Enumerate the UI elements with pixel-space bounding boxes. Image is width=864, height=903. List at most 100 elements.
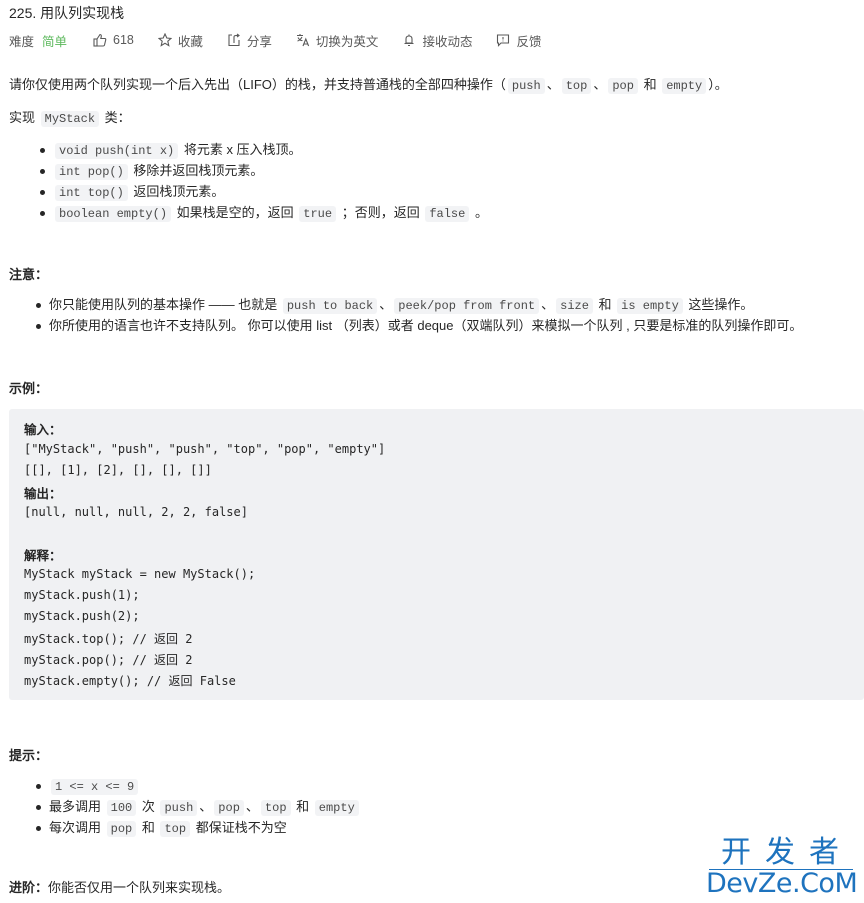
hint-text: 、 xyxy=(245,799,259,814)
thumbs-up-icon xyxy=(93,33,107,47)
note-text: 这些操作。 xyxy=(684,297,754,312)
inline-code: top xyxy=(160,821,191,837)
note-text: 你所使用的语言也许不支持队列。 你可以使用 list （列表）或者 deque（… xyxy=(49,318,803,333)
list-item: 最多调用 100 次 push、 pop、 top 和 empty xyxy=(36,797,361,818)
method-desc: ；否则，返回 xyxy=(338,205,424,220)
hint-text: 和 xyxy=(292,799,313,814)
feedback-button[interactable]: 反馈 xyxy=(496,31,541,50)
inline-code: int top() xyxy=(55,185,128,201)
list-item: 每次调用 pop 和 top 都保证栈不为空 xyxy=(36,818,361,839)
input-line: [[], [1], [2], [], [], []] xyxy=(24,463,212,477)
list-item: boolean empty() 如果栈是空的，返回 true ；否则，返回 fa… xyxy=(40,203,488,224)
impl-text: 实现 xyxy=(9,110,39,125)
method-desc: 将元素 x 压入栈顶。 xyxy=(180,142,302,157)
hint-text: 最多调用 xyxy=(49,799,105,814)
hint-text: 和 xyxy=(138,820,159,835)
intro-text: 、 xyxy=(546,77,560,92)
feedback-icon xyxy=(496,33,510,47)
list-item: int top() 返回栈顶元素。 xyxy=(40,182,488,203)
list-item: 你只能使用队列的基本操作 —— 也就是 push to back、 peek/po… xyxy=(35,295,802,316)
switch-language-label: 切换为英文 xyxy=(315,34,379,49)
inline-code: is empty xyxy=(617,298,683,314)
note-text: 、 xyxy=(541,297,555,312)
inline-code: push to back xyxy=(282,298,378,314)
notes-heading: 注意： xyxy=(9,267,49,282)
note-text: 、 xyxy=(379,297,393,312)
hint-text: 次 xyxy=(138,799,159,814)
note-text: 你只能使用队列的基本操作 —— 也就是 xyxy=(49,297,281,312)
watermark-en-text: DevZe.CoM xyxy=(706,868,858,899)
inline-code: size xyxy=(556,298,593,314)
explain-line: MyStack myStack = new MyStack(); xyxy=(24,567,256,581)
star-icon xyxy=(157,33,172,47)
inline-code: empty xyxy=(314,800,359,816)
impl-text: 类： xyxy=(101,110,131,125)
list-item: int pop() 移除并返回栈顶元素。 xyxy=(40,161,488,182)
favorite-label: 收藏 xyxy=(177,34,203,49)
subscribe-label: 接收动态 xyxy=(422,34,473,49)
list-item: 1 <= x <= 9 xyxy=(36,776,361,797)
share-label: 分享 xyxy=(246,34,272,49)
intro-text: 和 xyxy=(639,77,661,92)
inline-code: top xyxy=(561,78,592,94)
input-line: ["MyStack", "push", "push", "top", "pop"… xyxy=(24,442,386,456)
explain-line: myStack.push(2); xyxy=(24,609,140,623)
inline-code: empty xyxy=(662,78,707,94)
notes-list: 你只能使用队列的基本操作 —— 也就是 push to back、 peek/po… xyxy=(9,295,802,336)
inline-code: push xyxy=(507,78,545,94)
output-line: [null, null, null, 2, 2, false] xyxy=(24,505,248,519)
intro-paragraph: 请你仅使用两个队列实现一个后入先出（LIFO）的栈，并支持普通栈的全部四种操作（… xyxy=(9,75,728,96)
output-label: 输出： xyxy=(24,486,62,501)
translate-icon xyxy=(296,33,310,47)
share-icon xyxy=(227,33,241,47)
explain-label: 解释： xyxy=(24,548,62,563)
share-button[interactable]: 分享 xyxy=(227,31,272,50)
subscribe-button[interactable]: 接收动态 xyxy=(402,31,472,50)
methods-list: void push(int x) 将元素 x 压入栈顶。 int pop() 移… xyxy=(9,140,488,224)
follow-up-paragraph: 进阶：你能否仅用一个队列来实现栈。 xyxy=(9,878,230,898)
explain-line: myStack.pop(); // 返回 2 xyxy=(24,653,193,667)
inline-code: false xyxy=(425,206,470,222)
feedback-label: 反馈 xyxy=(516,34,542,49)
difficulty-label: 难度 xyxy=(9,34,35,49)
inline-code: push xyxy=(160,800,198,816)
inline-code: pop xyxy=(608,78,638,94)
watermark-cn-text: 开发者 xyxy=(721,836,853,869)
inline-code: pop xyxy=(214,800,244,816)
hints-heading: 提示： xyxy=(9,748,49,763)
hint-text: 、 xyxy=(199,799,213,814)
watermark-logo: 开发者 DevZe.CoM xyxy=(706,836,858,899)
follow-up-label: 进阶： xyxy=(9,880,49,895)
inline-code: true xyxy=(299,206,337,222)
inline-code: boolean empty() xyxy=(55,206,172,222)
method-desc: 如果栈是空的，返回 xyxy=(173,205,298,220)
inline-code: 100 xyxy=(106,800,137,816)
follow-up-text: 你能否仅用一个队列来实现栈。 xyxy=(48,880,231,895)
inline-code: pop xyxy=(106,821,137,837)
example-code-block: 输入： ["MyStack", "push", "push", "top", "… xyxy=(9,409,864,700)
problem-title: 225. 用队列实现栈 xyxy=(9,5,125,21)
difficulty-badge: 简单 xyxy=(42,34,68,49)
like-count: 618 xyxy=(113,33,134,47)
inline-code: 1 <= x <= 9 xyxy=(51,779,139,795)
intro-text: 请你仅使用两个队列实现一个后入先出（LIFO）的栈，并支持普通栈的全部四种操作（ xyxy=(9,77,506,92)
method-desc: 移除并返回栈顶元素。 xyxy=(129,163,264,178)
hint-text: 每次调用 xyxy=(49,820,105,835)
list-item: void push(int x) 将元素 x 压入栈顶。 xyxy=(40,140,488,161)
intro-text: ）。 xyxy=(708,77,728,92)
intro-text: 、 xyxy=(593,77,607,92)
problem-meta-bar: 难度 简单 618 收藏 分享 切换为英文 接收动态 反馈 xyxy=(9,31,565,49)
explain-line: myStack.top(); // 返回 2 xyxy=(24,632,193,646)
list-item: 你所使用的语言也许不支持队列。 你可以使用 list （列表）或者 deque（… xyxy=(35,316,803,336)
switch-language-button[interactable]: 切换为英文 xyxy=(296,31,379,50)
method-desc: 返回栈顶元素。 xyxy=(129,184,225,199)
hint-text: 都保证栈不为空 xyxy=(192,820,287,835)
note-text: 和 xyxy=(594,297,616,312)
explain-line: myStack.push(1); xyxy=(24,588,140,602)
favorite-button[interactable]: 收藏 xyxy=(157,31,203,50)
implement-paragraph: 实现 MyStack 类： xyxy=(9,108,131,129)
like-button[interactable]: 618 xyxy=(93,33,134,47)
inline-code: MyStack xyxy=(40,111,100,127)
inline-code: peek/pop from front xyxy=(394,298,540,314)
inline-code: void push(int x) xyxy=(55,143,179,159)
